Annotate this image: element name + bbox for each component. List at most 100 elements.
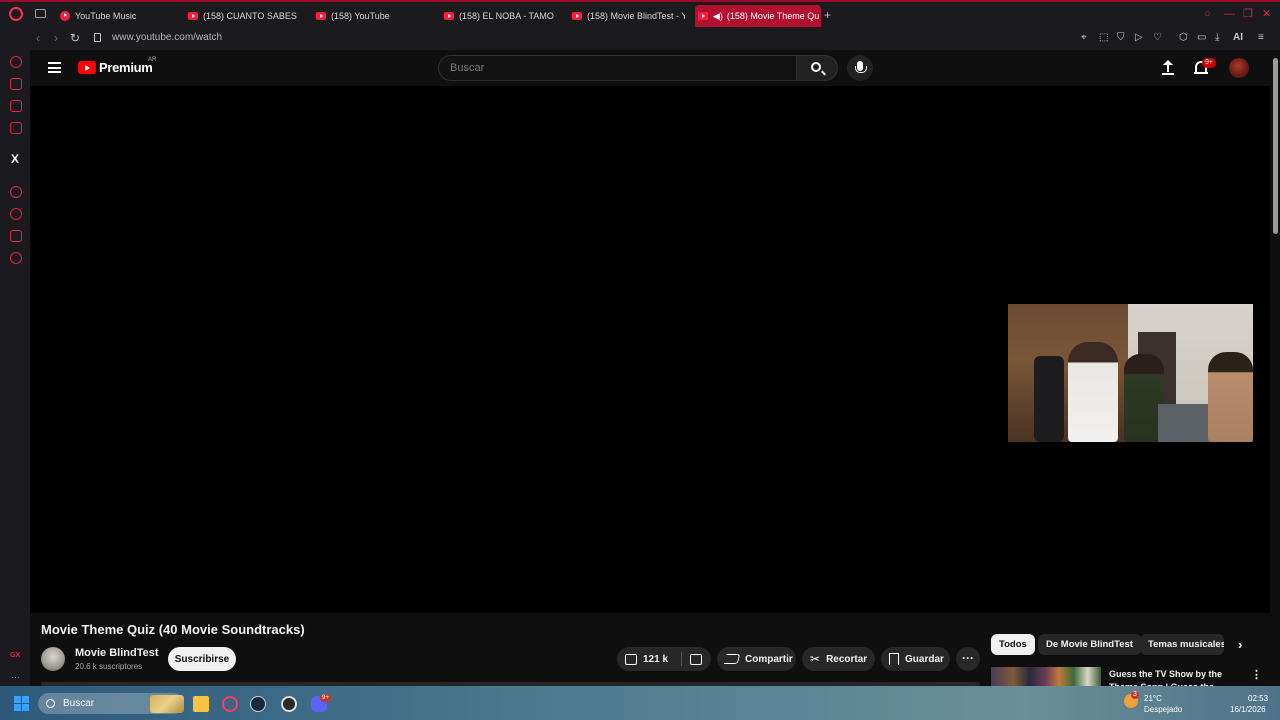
weather-temperature[interactable]: 21°C	[1144, 694, 1162, 703]
youtube-premium-label[interactable]: Premium	[99, 60, 153, 75]
tab-cuanto-sabes[interactable]: (158) CUANTO SABES DE	[185, 5, 300, 27]
x-twitter-icon[interactable]: X	[11, 152, 19, 166]
search-input[interactable]	[438, 55, 796, 81]
forward-button[interactable]: ›	[54, 31, 58, 45]
youtube-music-icon	[60, 11, 70, 21]
channel-avatar[interactable]	[41, 647, 65, 671]
minimize-button[interactable]: —	[1224, 8, 1235, 20]
recommendation-menu-icon[interactable]: ⋮	[1251, 668, 1262, 681]
messenger-icon[interactable]	[10, 122, 22, 134]
youtube-logo-icon[interactable]	[78, 61, 96, 74]
tab-label: YouTube Music	[75, 11, 137, 21]
youtube-icon	[188, 12, 198, 20]
account-avatar[interactable]	[1229, 58, 1249, 78]
close-button[interactable]: ✕	[1262, 8, 1271, 20]
weather-condition[interactable]: Despejado	[1144, 705, 1182, 714]
video-title: Movie Theme Quiz (40 Movie Soundtracks)	[41, 622, 305, 637]
gx-corner-icon[interactable]	[10, 78, 22, 90]
snapshot-icon[interactable]: ⬚	[1099, 32, 1108, 43]
more-actions-button[interactable]: ···	[956, 647, 980, 671]
history-icon[interactable]	[10, 208, 22, 220]
tab-label: (158) Movie Theme Qu	[726, 11, 820, 21]
sidebar-more-icon[interactable]: ···	[11, 672, 20, 682]
wallet-icon[interactable]: ▭	[1197, 32, 1206, 43]
save-button[interactable]: Guardar	[881, 647, 950, 671]
opera-gx-logo-icon[interactable]	[9, 7, 23, 21]
lock-icon[interactable]	[94, 33, 101, 42]
shield-icon[interactable]: ⛉	[1117, 32, 1125, 43]
play-icon[interactable]: ▷	[1135, 32, 1143, 43]
opera-gx-app-icon[interactable]	[281, 696, 297, 712]
clock-date[interactable]: 16/1/2026	[1230, 705, 1266, 714]
youtube-icon	[698, 12, 708, 20]
thumbs-up-icon[interactable]	[625, 653, 637, 665]
gx-control-icon[interactable]	[10, 56, 22, 68]
share-button[interactable]: Compartir	[717, 647, 796, 671]
url-field[interactable]: www.youtube.com/watch	[112, 32, 222, 43]
tab-label: (158) YouTube	[331, 11, 390, 21]
extensions-sidebar-icon[interactable]	[10, 230, 22, 242]
scissors-icon: ✂	[810, 652, 821, 666]
create-upload-icon[interactable]	[1162, 60, 1174, 76]
recommendation-title[interactable]: Guess the TV Show by the Theme Song | Gu…	[1109, 668, 1239, 686]
like-dislike-group: 121 k	[617, 647, 711, 671]
heart-icon[interactable]: ♡	[1153, 32, 1162, 43]
thumbs-down-icon[interactable]	[690, 653, 703, 665]
youtube-icon	[572, 12, 582, 20]
clip-button[interactable]: ✂ Recortar	[802, 647, 875, 671]
gx-mods-icon[interactable]: GX	[10, 652, 20, 659]
channel-name[interactable]: Movie BlindTest	[75, 647, 159, 659]
tab-label: (158) Movie BlindTest - Yo	[587, 11, 685, 21]
search-button[interactable]	[796, 55, 838, 81]
chip-from-channel[interactable]: De Movie BlindTest	[1038, 634, 1141, 655]
notification-badge: 9+	[1202, 58, 1216, 68]
voice-search-button[interactable]	[847, 55, 873, 81]
clock-time[interactable]: 02:53	[1248, 694, 1268, 703]
search-highlight-image	[150, 695, 184, 713]
clip-label: Recortar	[826, 653, 868, 665]
windows-start-icon[interactable]	[14, 696, 29, 711]
like-count[interactable]: 121 k	[643, 654, 668, 665]
tab-youtube[interactable]: (158) YouTube	[313, 5, 428, 27]
tab-youtube-music[interactable]: YouTube Music	[57, 5, 177, 27]
chip-music-themes[interactable]: Temas musicales	[1140, 634, 1224, 655]
back-button[interactable]: ‹	[36, 31, 40, 45]
weather-badge: 3	[1131, 691, 1139, 699]
scrollbar-thumb[interactable]	[1273, 58, 1278, 234]
aria-ai-button[interactable]: AI	[1233, 32, 1243, 43]
ai-label: AI	[1233, 32, 1243, 43]
youtube-masthead: Premium AR 9+	[30, 50, 1280, 86]
download-icon[interactable]: ⤓	[1215, 32, 1219, 43]
pin-icon[interactable]: ⌖	[1081, 32, 1087, 43]
new-tab-button[interactable]: +	[824, 9, 831, 21]
opera-gx-taskbar-icon[interactable]	[222, 696, 238, 712]
twitch-icon[interactable]	[10, 100, 22, 112]
file-explorer-icon[interactable]	[193, 696, 209, 712]
search-tabs-icon[interactable]: ○	[1204, 8, 1211, 20]
reload-button[interactable]: ↻	[70, 31, 80, 45]
windows-taskbar: Buscar 9+	[0, 686, 1280, 720]
chevron-right-icon[interactable]: ›	[1238, 637, 1242, 652]
tab-movie-theme-quiz[interactable]: ◀) (158) Movie Theme Qu	[695, 5, 821, 27]
hamburger-menu-icon[interactable]	[48, 62, 61, 73]
chip-all[interactable]: Todos	[991, 634, 1035, 655]
easy-setup-icon[interactable]: ≡	[1258, 32, 1264, 43]
search-icon	[811, 62, 821, 72]
save-label: Guardar	[905, 653, 944, 665]
taskbar-search-icon	[46, 699, 55, 708]
steam-icon[interactable]	[250, 696, 266, 712]
maximize-button[interactable]: ❐	[1243, 8, 1253, 20]
speaker-icon[interactable]: ◀)	[713, 11, 723, 22]
share-icon	[723, 654, 741, 664]
tab-overview-icon[interactable]	[35, 9, 46, 18]
tab-movie-blindtest[interactable]: (158) Movie BlindTest - Yo	[569, 5, 685, 27]
country-code: AR	[148, 57, 157, 63]
page-scrollbar[interactable]	[1271, 50, 1280, 686]
microphone-icon	[855, 61, 867, 73]
player-icon[interactable]	[10, 186, 22, 198]
tab-el-noba[interactable]: (158) EL NOBA - TAMO CU	[441, 5, 557, 27]
subscribe-button[interactable]: Suscribirse	[168, 647, 236, 671]
recommendation-thumbnail[interactable]	[991, 667, 1101, 686]
settings-icon[interactable]	[10, 252, 22, 264]
extensions-icon[interactable]: ⬡	[1179, 32, 1188, 43]
